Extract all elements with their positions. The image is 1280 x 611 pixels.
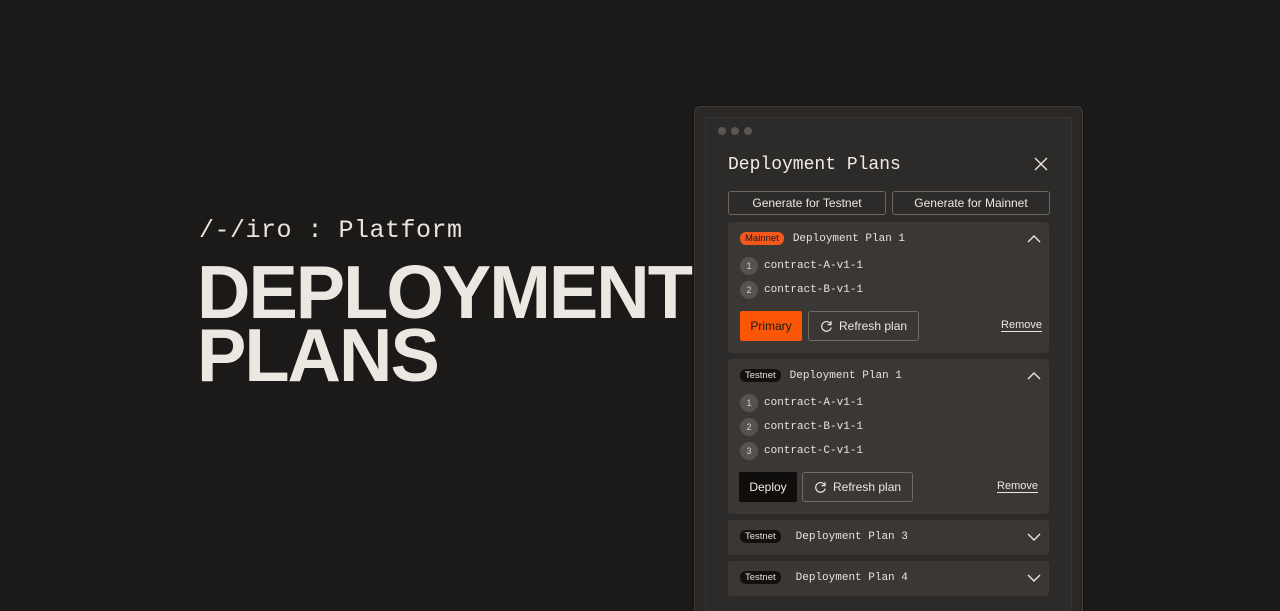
contract-item: 2 contract-B-v1-1 (740, 281, 863, 299)
network-badge: Testnet (740, 530, 781, 543)
network-badge: Testnet (740, 369, 781, 382)
contract-name: contract-A-v1-1 (764, 397, 864, 409)
chevron-down-icon[interactable] (1027, 573, 1041, 583)
generate-mainnet-button[interactable]: Generate for Mainnet (892, 191, 1050, 215)
generate-testnet-button[interactable]: Generate for Testnet (728, 191, 886, 215)
contract-index: 2 (740, 281, 758, 299)
contract-name: contract-C-v1-1 (764, 445, 864, 457)
contract-item: 2 contract-B-v1-1 (740, 418, 863, 436)
contract-name: contract-B-v1-1 (764, 284, 864, 296)
plan-card[interactable]: Testnet Deployment Plan 4 (728, 561, 1049, 596)
contract-index: 1 (740, 257, 758, 275)
plan-header[interactable]: Testnet Deployment Plan 3 (740, 530, 908, 543)
window-dot[interactable] (731, 127, 739, 135)
refresh-plan-label: Refresh plan (833, 480, 902, 494)
chevron-up-icon[interactable] (1027, 371, 1041, 381)
network-badge: Mainnet (740, 232, 784, 245)
plan-card: Testnet Deployment Plan 1 1 contract-A-v… (728, 359, 1049, 514)
chevron-down-icon[interactable] (1027, 532, 1041, 542)
deploy-button[interactable]: Deploy (739, 472, 797, 502)
refresh-icon (821, 320, 832, 332)
contract-item: 3 contract-C-v1-1 (740, 442, 863, 460)
deployment-plans-panel: Deployment Plans Generate for Testnet Ge… (705, 117, 1072, 611)
close-icon[interactable] (1033, 156, 1049, 172)
plan-actions: Primary Refresh plan (740, 311, 920, 341)
plan-name: Deployment Plan 3 (795, 530, 908, 543)
contract-index: 3 (740, 442, 758, 460)
contract-index: 1 (740, 394, 758, 412)
network-badge: Testnet (740, 571, 781, 584)
remove-link[interactable]: Remove (1001, 319, 1042, 331)
plan-header[interactable]: Testnet Deployment Plan 4 (740, 571, 908, 584)
refresh-plan-label: Refresh plan (839, 319, 908, 333)
plan-header[interactable]: Testnet Deployment Plan 1 (740, 369, 902, 382)
refresh-plan-button[interactable]: Refresh plan (802, 472, 914, 502)
refresh-plan-button[interactable]: Refresh plan (808, 311, 920, 341)
contract-item: 1 contract-A-v1-1 (740, 257, 863, 275)
generate-buttons: Generate for Testnet Generate for Mainne… (728, 191, 1050, 215)
brand-title: /-/iro : Platform (199, 216, 463, 245)
refresh-icon (815, 481, 826, 493)
chevron-up-icon[interactable] (1027, 234, 1041, 244)
primary-button[interactable]: Primary (740, 311, 802, 341)
plan-name: Deployment Plan 1 (792, 232, 906, 245)
contract-item: 1 contract-A-v1-1 (740, 394, 863, 412)
remove-link[interactable]: Remove (997, 480, 1038, 492)
plan-card[interactable]: Testnet Deployment Plan 3 (728, 520, 1049, 555)
plan-actions: Deploy Refresh plan (739, 472, 914, 502)
window-dot[interactable] (744, 127, 752, 135)
plan-name: Deployment Plan 4 (795, 571, 908, 584)
plan-card: Mainnet Deployment Plan 1 1 contract-A-v… (728, 222, 1049, 353)
contract-name: contract-B-v1-1 (764, 421, 864, 433)
panel-title: Deployment Plans (728, 155, 901, 175)
contract-index: 2 (740, 418, 758, 436)
plan-header[interactable]: Mainnet Deployment Plan 1 (740, 232, 905, 245)
window-controls (718, 127, 752, 135)
app-window: Deployment Plans Generate for Testnet Ge… (694, 106, 1083, 611)
window-dot[interactable] (718, 127, 726, 135)
plan-name: Deployment Plan 1 (789, 369, 902, 382)
contract-name: contract-A-v1-1 (764, 260, 864, 272)
hero-heading: DEPLOYMENT PLANS (197, 254, 693, 393)
